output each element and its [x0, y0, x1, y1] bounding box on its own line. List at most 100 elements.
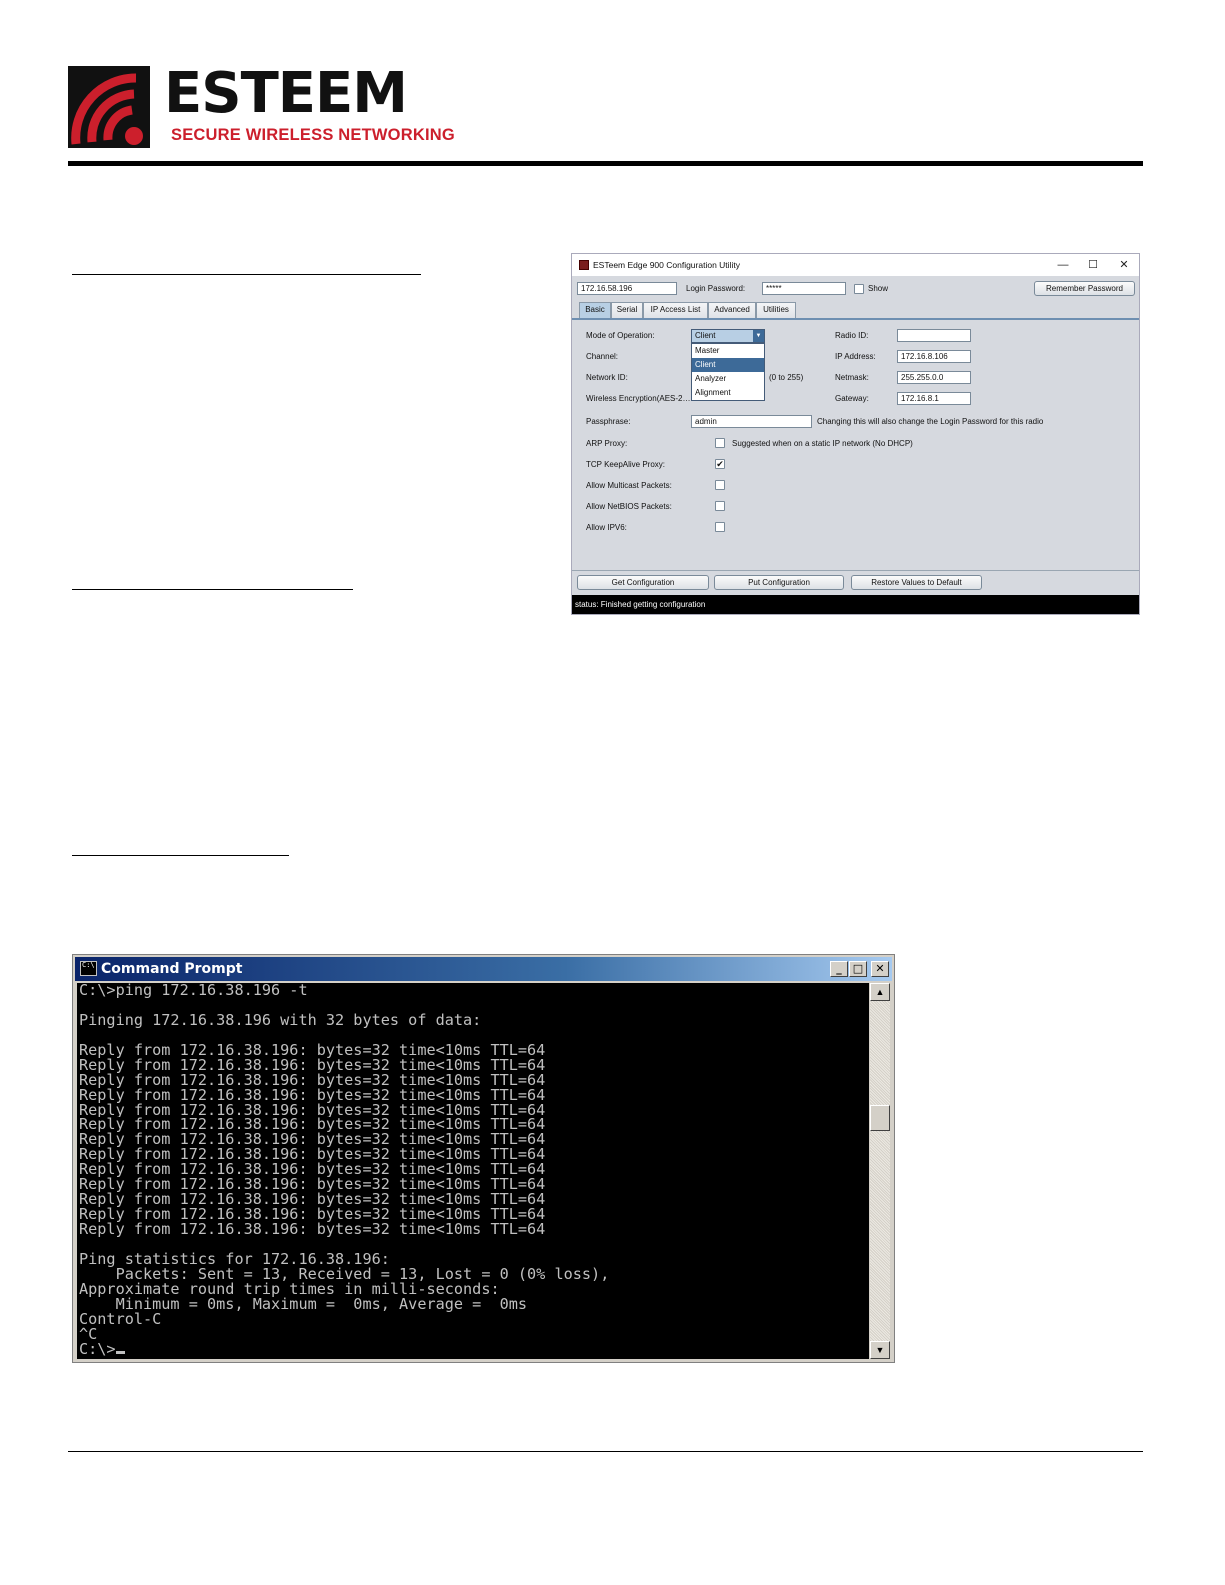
chevron-down-icon[interactable]: ▼ [753, 330, 764, 342]
mode-option-analyzer[interactable]: Analyzer [692, 372, 764, 386]
allow-multicast-checkbox[interactable] [715, 480, 725, 490]
console-line: Reply from 172.16.38.196: bytes=32 time<… [79, 1162, 546, 1178]
allow-ipv6-label: Allow IPV6: [586, 523, 627, 532]
radio-ip-input[interactable]: 172.16.58.196 [577, 282, 677, 295]
window-title: ESTeem Edge 900 Configuration Utility [593, 260, 740, 270]
network-id-label: Network ID: [586, 373, 628, 382]
wireless-signal-icon [68, 66, 150, 148]
mode-of-operation-select[interactable]: Client ▼ [691, 329, 765, 343]
channel-label: Channel: [586, 352, 619, 361]
command-prompt-window: C:\ Command Prompt _ □ ✕ C:\>ping 172.16… [72, 954, 895, 1363]
mode-selected-value: Client [695, 331, 716, 340]
arp-proxy-note: Suggested when on a static IP network (N… [732, 439, 913, 448]
radio-id-input[interactable] [897, 329, 971, 342]
window-titlebar: ESTeem Edge 900 Configuration Utility — … [572, 254, 1139, 276]
section-heading-underline [72, 589, 353, 590]
scroll-up-icon[interactable]: ▲ [870, 983, 890, 1001]
tab-divider [572, 318, 1139, 320]
login-password-label: Login Password: [686, 284, 746, 293]
tab-ip-access-list[interactable]: IP Access List [643, 302, 708, 318]
allow-ipv6-checkbox[interactable] [715, 522, 725, 532]
console-line: Approximate round trip times in milli-se… [79, 1281, 500, 1297]
console-line: Reply from 172.16.38.196: bytes=32 time<… [79, 1192, 546, 1208]
tab-advanced[interactable]: Advanced [708, 302, 756, 318]
maximize-icon[interactable]: □ [849, 961, 867, 977]
netmask-input[interactable]: 255.255.0.0 [897, 371, 971, 384]
passphrase-input[interactable]: admin [691, 415, 812, 428]
arp-proxy-checkbox[interactable] [715, 438, 725, 448]
command-prompt-title: Command Prompt [101, 961, 243, 977]
passphrase-note: Changing this will also change the Login… [817, 417, 1044, 426]
allow-netbios-checkbox[interactable] [715, 501, 725, 511]
restore-defaults-button[interactable]: Restore Values to Default [851, 575, 982, 590]
console-line: Reply from 172.16.38.196: bytes=32 time<… [79, 1042, 546, 1058]
command-prompt-titlebar: C:\ Command Prompt _ □ ✕ [75, 957, 892, 981]
tab-serial[interactable]: Serial [611, 302, 643, 318]
netmask-label: Netmask: [835, 373, 869, 382]
login-password-input[interactable]: ***** [762, 282, 846, 295]
ip-address-input[interactable]: 172.16.8.106 [897, 350, 971, 363]
tcp-keepalive-checkbox[interactable]: ✔ [715, 459, 725, 469]
logo-tagline: SECURE WIRELESS NETWORKING [171, 126, 455, 144]
console-line: Packets: Sent = 13, Received = 13, Lost … [79, 1266, 610, 1282]
tab-basic[interactable]: Basic [579, 302, 611, 318]
vertical-scrollbar[interactable]: ▲ ▼ [870, 983, 890, 1359]
mode-dropdown-list: Master Client Analyzer Alignment [691, 343, 765, 401]
allow-netbios-label: Allow NetBIOS Packets: [586, 502, 672, 511]
console-line: Reply from 172.16.38.196: bytes=32 time<… [79, 1132, 546, 1148]
console-line: C:\>ping 172.16.38.196 -t [79, 983, 308, 998]
mode-option-alignment[interactable]: Alignment [692, 386, 764, 400]
wireless-encryption-label: Wireless Encryption(AES-2… [586, 394, 691, 403]
console-line: Pinging 172.16.38.196 with 32 bytes of d… [79, 1012, 482, 1028]
configuration-utility-window: ESTeem Edge 900 Configuration Utility — … [571, 253, 1140, 615]
console-line: Reply from 172.16.38.196: bytes=32 time<… [79, 1147, 546, 1163]
section-heading-underline [72, 855, 289, 856]
arp-proxy-label: ARP Proxy: [586, 439, 628, 448]
console-line: Reply from 172.16.38.196: bytes=32 time<… [79, 1207, 546, 1222]
app-icon [579, 260, 589, 270]
console-line: ^C [79, 1326, 98, 1342]
console-line: Reply from 172.16.38.196: bytes=32 time<… [79, 1072, 546, 1088]
console-line: Control-C [79, 1311, 162, 1327]
console-line: Reply from 172.16.38.196: bytes=32 time<… [79, 1057, 546, 1073]
close-icon[interactable]: ✕ [871, 961, 889, 977]
show-password-label: Show [868, 284, 889, 293]
show-password-checkbox[interactable] [854, 284, 864, 294]
ip-address-label: IP Address: [835, 352, 876, 361]
status-bar: status: Finished getting configuration [572, 595, 1139, 614]
minimize-icon[interactable]: — [1048, 257, 1078, 273]
button-bar-divider [572, 570, 1139, 571]
scrollbar-thumb[interactable] [870, 1105, 890, 1131]
maximize-icon[interactable]: ☐ [1078, 257, 1108, 273]
console-line: Reply from 172.16.38.196: bytes=32 time<… [79, 1222, 546, 1237]
minimize-icon[interactable]: _ [830, 961, 848, 977]
console-line: Reply from 172.16.38.196: bytes=32 time<… [79, 1177, 546, 1193]
section-heading-underline [72, 274, 421, 275]
mode-option-master[interactable]: Master [692, 344, 764, 358]
tab-utilities[interactable]: Utilities [756, 302, 796, 318]
console-icon: C:\ [80, 961, 97, 976]
gateway-input[interactable]: 172.16.8.1 [897, 392, 971, 405]
console-prompt-line: C:\> [79, 1342, 869, 1357]
scroll-down-icon[interactable]: ▼ [870, 1341, 890, 1359]
console-prompt: C:\> [79, 1341, 116, 1357]
mode-option-client[interactable]: Client [692, 358, 764, 372]
header-divider [68, 161, 1143, 166]
console-output[interactable]: C:\>ping 172.16.38.196 -t Pinging 172.16… [77, 983, 869, 1359]
radio-id-label: Radio ID: [835, 331, 869, 340]
console-line: Reply from 172.16.38.196: bytes=32 time<… [79, 1117, 546, 1133]
logo-wordmark: ESTEEM [164, 61, 408, 126]
close-icon[interactable]: ✕ [1109, 257, 1139, 273]
passphrase-label: Passphrase: [586, 417, 631, 426]
get-configuration-button[interactable]: Get Configuration [577, 575, 709, 590]
text-cursor [115, 1350, 125, 1354]
console-line: Minimum = 0ms, Maximum = 0ms, Average = … [79, 1296, 528, 1312]
console-line: Ping statistics for 172.16.38.196: [79, 1251, 390, 1267]
network-id-hint: (0 to 255) [769, 373, 804, 382]
put-configuration-button[interactable]: Put Configuration [714, 575, 844, 590]
remember-password-button[interactable]: Remember Password [1034, 281, 1135, 296]
footer-divider [68, 1451, 1143, 1452]
